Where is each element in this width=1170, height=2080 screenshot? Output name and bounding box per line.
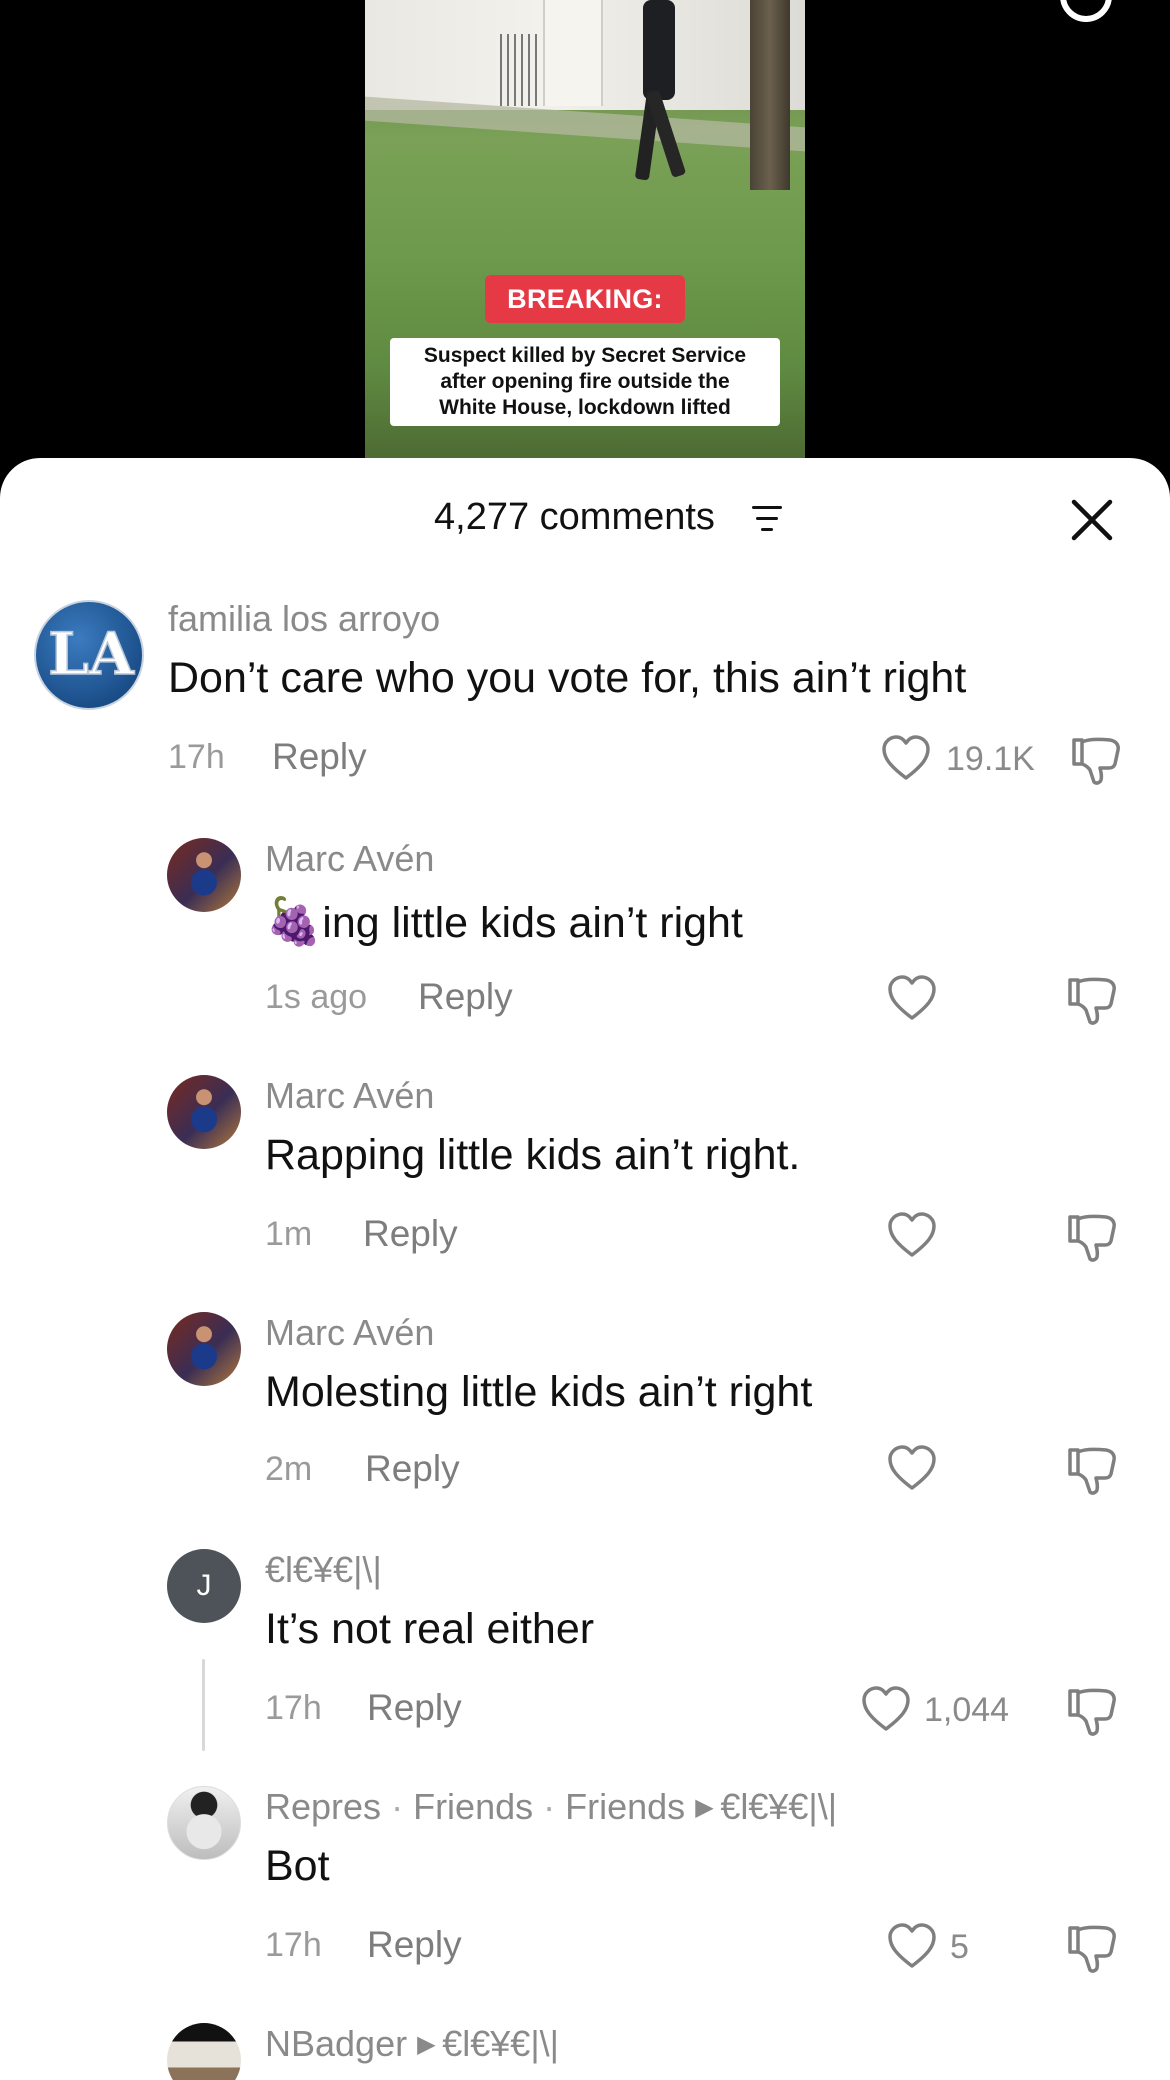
- dislike-icon[interactable]: [1066, 1211, 1118, 1263]
- headline-line: after opening fire outside the: [440, 370, 730, 393]
- thread-line: [202, 1659, 205, 1751]
- sort-filter-icon[interactable]: [752, 506, 782, 532]
- reply-button[interactable]: Reply: [363, 1213, 458, 1255]
- avatar[interactable]: [167, 1786, 241, 1860]
- avatar[interactable]: [167, 1312, 241, 1386]
- dislike-icon[interactable]: [1066, 974, 1118, 1026]
- comment-time: 17h: [265, 1926, 322, 1964]
- comment-username[interactable]: NBadger: [265, 2023, 407, 2064]
- comment-username[interactable]: Marc Avén: [265, 838, 434, 880]
- comment-username-line: Repres · Friends · Friends ▶ €l€¥€|\|: [265, 1786, 837, 1828]
- comment-time: 1m: [265, 1215, 313, 1253]
- avatar[interactable]: [167, 2023, 241, 2080]
- dislike-icon[interactable]: [1066, 1922, 1118, 1974]
- video-player[interactable]: BREAKING: Suspect killed by Secret Servi…: [0, 0, 1170, 480]
- heart-icon[interactable]: [886, 1211, 938, 1259]
- comment-text: It’s not real either: [265, 1605, 595, 1653]
- comment-text-body: ing little kids ain’t right: [322, 899, 743, 947]
- dot-separator: ·: [543, 1786, 566, 1827]
- comment: LA familia los arroyo Don’t care who you…: [0, 598, 1170, 785]
- video-fence: [500, 34, 540, 106]
- comment-text: Bot: [265, 1842, 330, 1890]
- heart-icon[interactable]: [886, 1444, 938, 1492]
- like-count: 1,044: [924, 1691, 1010, 1729]
- headline-line: White House, lockdown lifted: [439, 396, 731, 419]
- comment-reply: J €l€¥€|\| It’s not real either 17h Repl…: [0, 1549, 1170, 1751]
- svg-text:LA: LA: [48, 620, 135, 688]
- comment-time: 17h: [168, 738, 225, 776]
- la-logo-icon: LA: [47, 619, 135, 689]
- reply-button[interactable]: Reply: [272, 736, 367, 778]
- heart-icon[interactable]: [886, 974, 938, 1022]
- comment-text: Rapping little kids ain’t right.: [265, 1131, 801, 1179]
- breaking-badge: BREAKING:: [485, 275, 685, 323]
- heart-icon[interactable]: [886, 1922, 938, 1970]
- comment-username[interactable]: familia los arroyo: [168, 598, 440, 640]
- heart-icon[interactable]: [860, 1685, 912, 1733]
- comments-sheet: 4,277 comments LA familia los arroyo Don…: [0, 458, 1170, 2080]
- comment-username[interactable]: Repres: [265, 1786, 381, 1827]
- close-icon[interactable]: [1070, 498, 1114, 542]
- like-count: 19.1K: [946, 740, 1035, 778]
- grapes-emoji: 🍇: [265, 894, 323, 948]
- comment-username[interactable]: €l€¥€|\|: [265, 1549, 382, 1591]
- avatar[interactable]: [167, 1075, 241, 1149]
- reply-button[interactable]: Reply: [365, 1448, 460, 1490]
- reply-button[interactable]: Reply: [418, 976, 513, 1018]
- comment-reply: Marc Avén Molesting little kids ain’t ri…: [0, 1312, 1170, 1502]
- video-headline: Suspect killed by Secret Service after o…: [390, 338, 780, 426]
- reply-button[interactable]: Reply: [367, 1924, 462, 1966]
- video-tree: [750, 0, 790, 190]
- comment-time: 1s ago: [265, 978, 368, 1016]
- reply-to-username[interactable]: €l€¥€|\|: [720, 1786, 837, 1827]
- comment-username[interactable]: Marc Avén: [265, 1312, 434, 1354]
- dislike-icon[interactable]: [1066, 1444, 1118, 1496]
- comment-reply: NBadger ▶ €l€¥€|\|: [0, 2023, 1170, 2080]
- search-icon[interactable]: [1060, 0, 1112, 22]
- reply-button[interactable]: Reply: [367, 1687, 462, 1729]
- dislike-icon[interactable]: [1066, 1685, 1118, 1737]
- avatar[interactable]: LA: [34, 600, 144, 710]
- comment-reply: Marc Avén 🍇ing little kids ain’t right 1…: [0, 838, 1170, 1028]
- comment-text: 🍇ing little kids ain’t right: [265, 894, 743, 949]
- headline-line: Suspect killed by Secret Service: [423, 344, 747, 367]
- like-count: 5: [950, 1928, 969, 1966]
- video-person: [634, 0, 687, 181]
- comment-reply: Repres · Friends · Friends ▶ €l€¥€|\| Bo…: [0, 1786, 1170, 1976]
- video-pillar: [543, 0, 603, 106]
- comment-text: Molesting little kids ain’t right: [265, 1368, 813, 1416]
- dot-separator: ·: [391, 1786, 414, 1827]
- comment-username-line: NBadger ▶ €l€¥€|\|: [265, 2023, 559, 2065]
- reply-arrow-icon: ▶: [695, 1794, 721, 1821]
- avatar[interactable]: [167, 838, 241, 912]
- comment-time: 2m: [265, 1450, 313, 1488]
- heart-icon[interactable]: [880, 734, 932, 782]
- comment-text: Don’t care who you vote for, this ain’t …: [168, 654, 967, 702]
- dislike-icon[interactable]: [1070, 734, 1122, 786]
- sheet-header: 4,277 comments: [0, 458, 1170, 578]
- comment-username[interactable]: Marc Avén: [265, 1075, 434, 1117]
- avatar[interactable]: J: [167, 1549, 241, 1623]
- friends-tag: Friends: [413, 1786, 534, 1827]
- friends-tag: Friends: [565, 1786, 686, 1827]
- reply-to-username[interactable]: €l€¥€|\|: [442, 2023, 559, 2064]
- comments-count: 4,277 comments: [434, 496, 715, 538]
- reply-arrow-icon: ▶: [417, 2031, 443, 2058]
- comment-reply: Marc Avén Rapping little kids ain’t righ…: [0, 1075, 1170, 1265]
- comment-time: 17h: [265, 1689, 322, 1727]
